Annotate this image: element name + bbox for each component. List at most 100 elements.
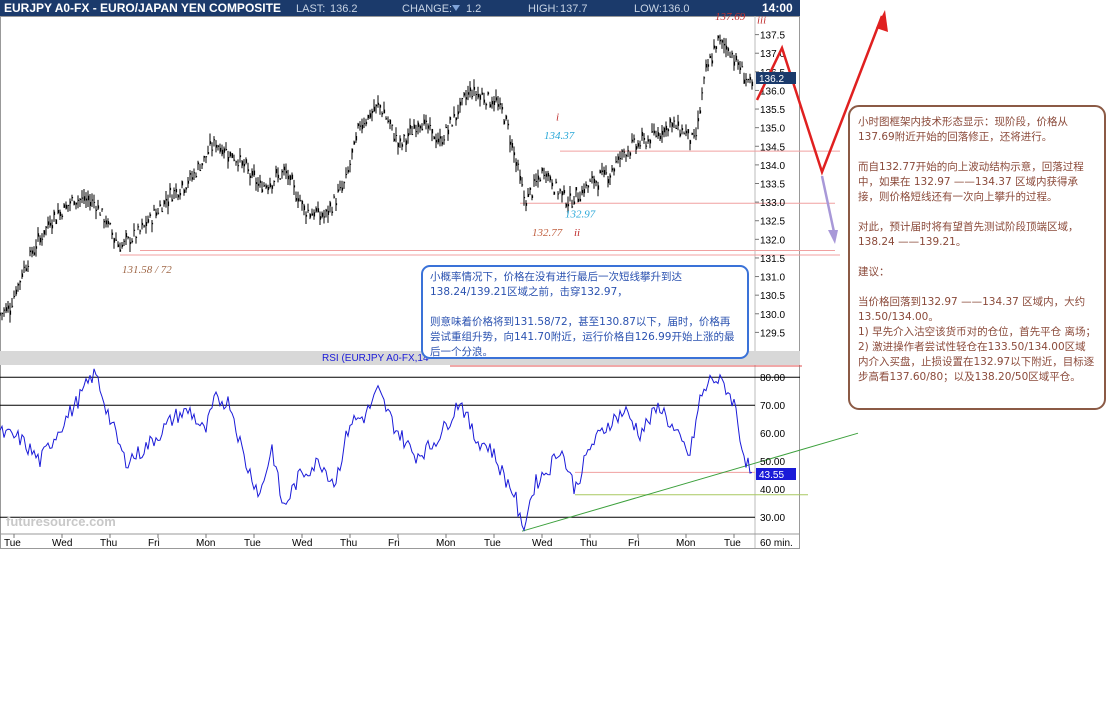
price-candle-body xyxy=(743,79,746,84)
price-candle-body xyxy=(269,183,272,188)
price-candle-body xyxy=(527,193,530,197)
price-candle-body xyxy=(461,98,464,100)
price-candle-body xyxy=(99,214,102,216)
price-candle-body xyxy=(389,119,392,124)
price-candle-body xyxy=(61,215,64,218)
wave-label: 132.77 xyxy=(532,227,563,239)
price-candle-body xyxy=(131,240,134,243)
price-candle-body xyxy=(377,102,380,105)
price-candle-body xyxy=(335,203,338,206)
price-candle-body xyxy=(565,203,568,207)
price-candle-body xyxy=(651,131,654,133)
price-candle-body xyxy=(521,184,524,186)
price-candle-body xyxy=(5,307,8,312)
price-candle-body xyxy=(477,94,480,98)
price-candle-body xyxy=(353,141,356,145)
price-candle-body xyxy=(325,209,328,212)
price-candle-body xyxy=(109,223,112,225)
price-candle-body xyxy=(375,104,378,107)
price-candle-body xyxy=(163,200,166,205)
price-candle-body xyxy=(129,242,132,245)
price-candle-body xyxy=(583,189,586,194)
price-candle-body xyxy=(577,198,580,202)
price-candle-body xyxy=(31,250,34,254)
price-candle-body xyxy=(701,92,704,94)
price-candle-body xyxy=(169,187,172,191)
price-candle-body xyxy=(257,183,260,186)
price-candle-body xyxy=(275,169,278,174)
price-candle-body xyxy=(735,55,738,61)
price-candle-body xyxy=(347,169,350,173)
price-candle-body xyxy=(611,168,614,171)
price-candle-body xyxy=(457,111,460,115)
rsi-axis-ticks: 80.00 70.00 60.00 50.00 40.00 30.00 xyxy=(760,373,785,524)
price-candle-body xyxy=(661,130,664,135)
price-candle-body xyxy=(339,187,342,189)
price-candle-body xyxy=(143,225,146,227)
price-candle-body xyxy=(195,175,198,177)
price-candle-body xyxy=(623,151,626,153)
price-candle-body xyxy=(447,129,450,135)
wave-label: 131.58 / 72 xyxy=(122,264,172,276)
price-candle-body xyxy=(139,230,142,232)
price-candle-body xyxy=(643,137,646,140)
wave-label: ii xyxy=(574,227,580,239)
price-candle-body xyxy=(645,145,648,147)
rsi-levels xyxy=(0,365,859,532)
price-candle-body xyxy=(627,150,630,152)
rsi-tick-label: 60.00 xyxy=(760,429,785,440)
price-candle-body xyxy=(243,163,246,167)
price-candle-body xyxy=(385,118,388,120)
wave-label: i xyxy=(556,112,559,124)
price-candle-body xyxy=(267,187,270,191)
price-candle-body xyxy=(493,100,496,106)
price-candle-body xyxy=(17,283,20,286)
price-candle-body xyxy=(475,94,478,96)
price-candle-body xyxy=(89,201,92,206)
price-candle-body xyxy=(551,182,554,187)
price-candle-body xyxy=(93,201,96,203)
price-candle-body xyxy=(749,77,752,80)
price-candle-body xyxy=(629,152,632,156)
analysis-note-3: 对此，预计届时将有望首先测试阶段顶端区域，138.24 ——139.21。 xyxy=(858,221,1079,248)
price-candle-body xyxy=(633,138,636,140)
price-candle-body xyxy=(705,63,708,68)
price-candle-body xyxy=(495,97,498,101)
price-candle-body xyxy=(231,153,234,158)
price-candle-body xyxy=(417,122,420,127)
price-tick-label: 129.5 xyxy=(760,328,785,339)
time-axis-label: Mon xyxy=(676,538,695,549)
price-tick-label: 133.0 xyxy=(760,198,785,209)
price-candle-body xyxy=(29,250,32,253)
time-axis-label: Wed xyxy=(52,538,72,549)
wave-label: iii xyxy=(757,15,766,27)
price-candle-body xyxy=(469,87,472,92)
price-candle-body xyxy=(731,52,734,55)
price-candle-body xyxy=(741,66,744,68)
price-candle-body xyxy=(531,195,534,199)
time-axis-label: Thu xyxy=(340,538,357,549)
price-candle-body xyxy=(663,127,666,133)
price-candle-body xyxy=(305,214,308,217)
price-candle-body xyxy=(601,170,604,173)
price-candle-body xyxy=(351,148,354,153)
price-candle-body xyxy=(365,121,368,125)
price-candle-body xyxy=(213,139,216,141)
time-axis-label: Mon xyxy=(196,538,215,549)
analysis-note-4: 建议： xyxy=(858,266,890,278)
scenario-note-line-1: 小概率情况下，价格在没有进行最后一次短线攀升到达138.24/139.21区域之… xyxy=(430,271,682,298)
price-candle-body xyxy=(265,185,268,188)
price-candle-body xyxy=(619,158,622,160)
price-candle-body xyxy=(639,145,642,147)
price-candle-body xyxy=(7,305,10,309)
price-candle-body xyxy=(409,125,412,129)
price-candle-body xyxy=(391,124,394,126)
price-tick-label: 137.5 xyxy=(760,31,785,42)
price-candle-body xyxy=(501,106,504,110)
price-candle-body xyxy=(667,129,670,132)
forecast-alt-path xyxy=(820,175,836,233)
price-candle-body xyxy=(57,210,60,214)
price-candle-body xyxy=(323,216,326,218)
price-candle-body xyxy=(675,127,678,129)
price-candle-body xyxy=(321,212,324,217)
